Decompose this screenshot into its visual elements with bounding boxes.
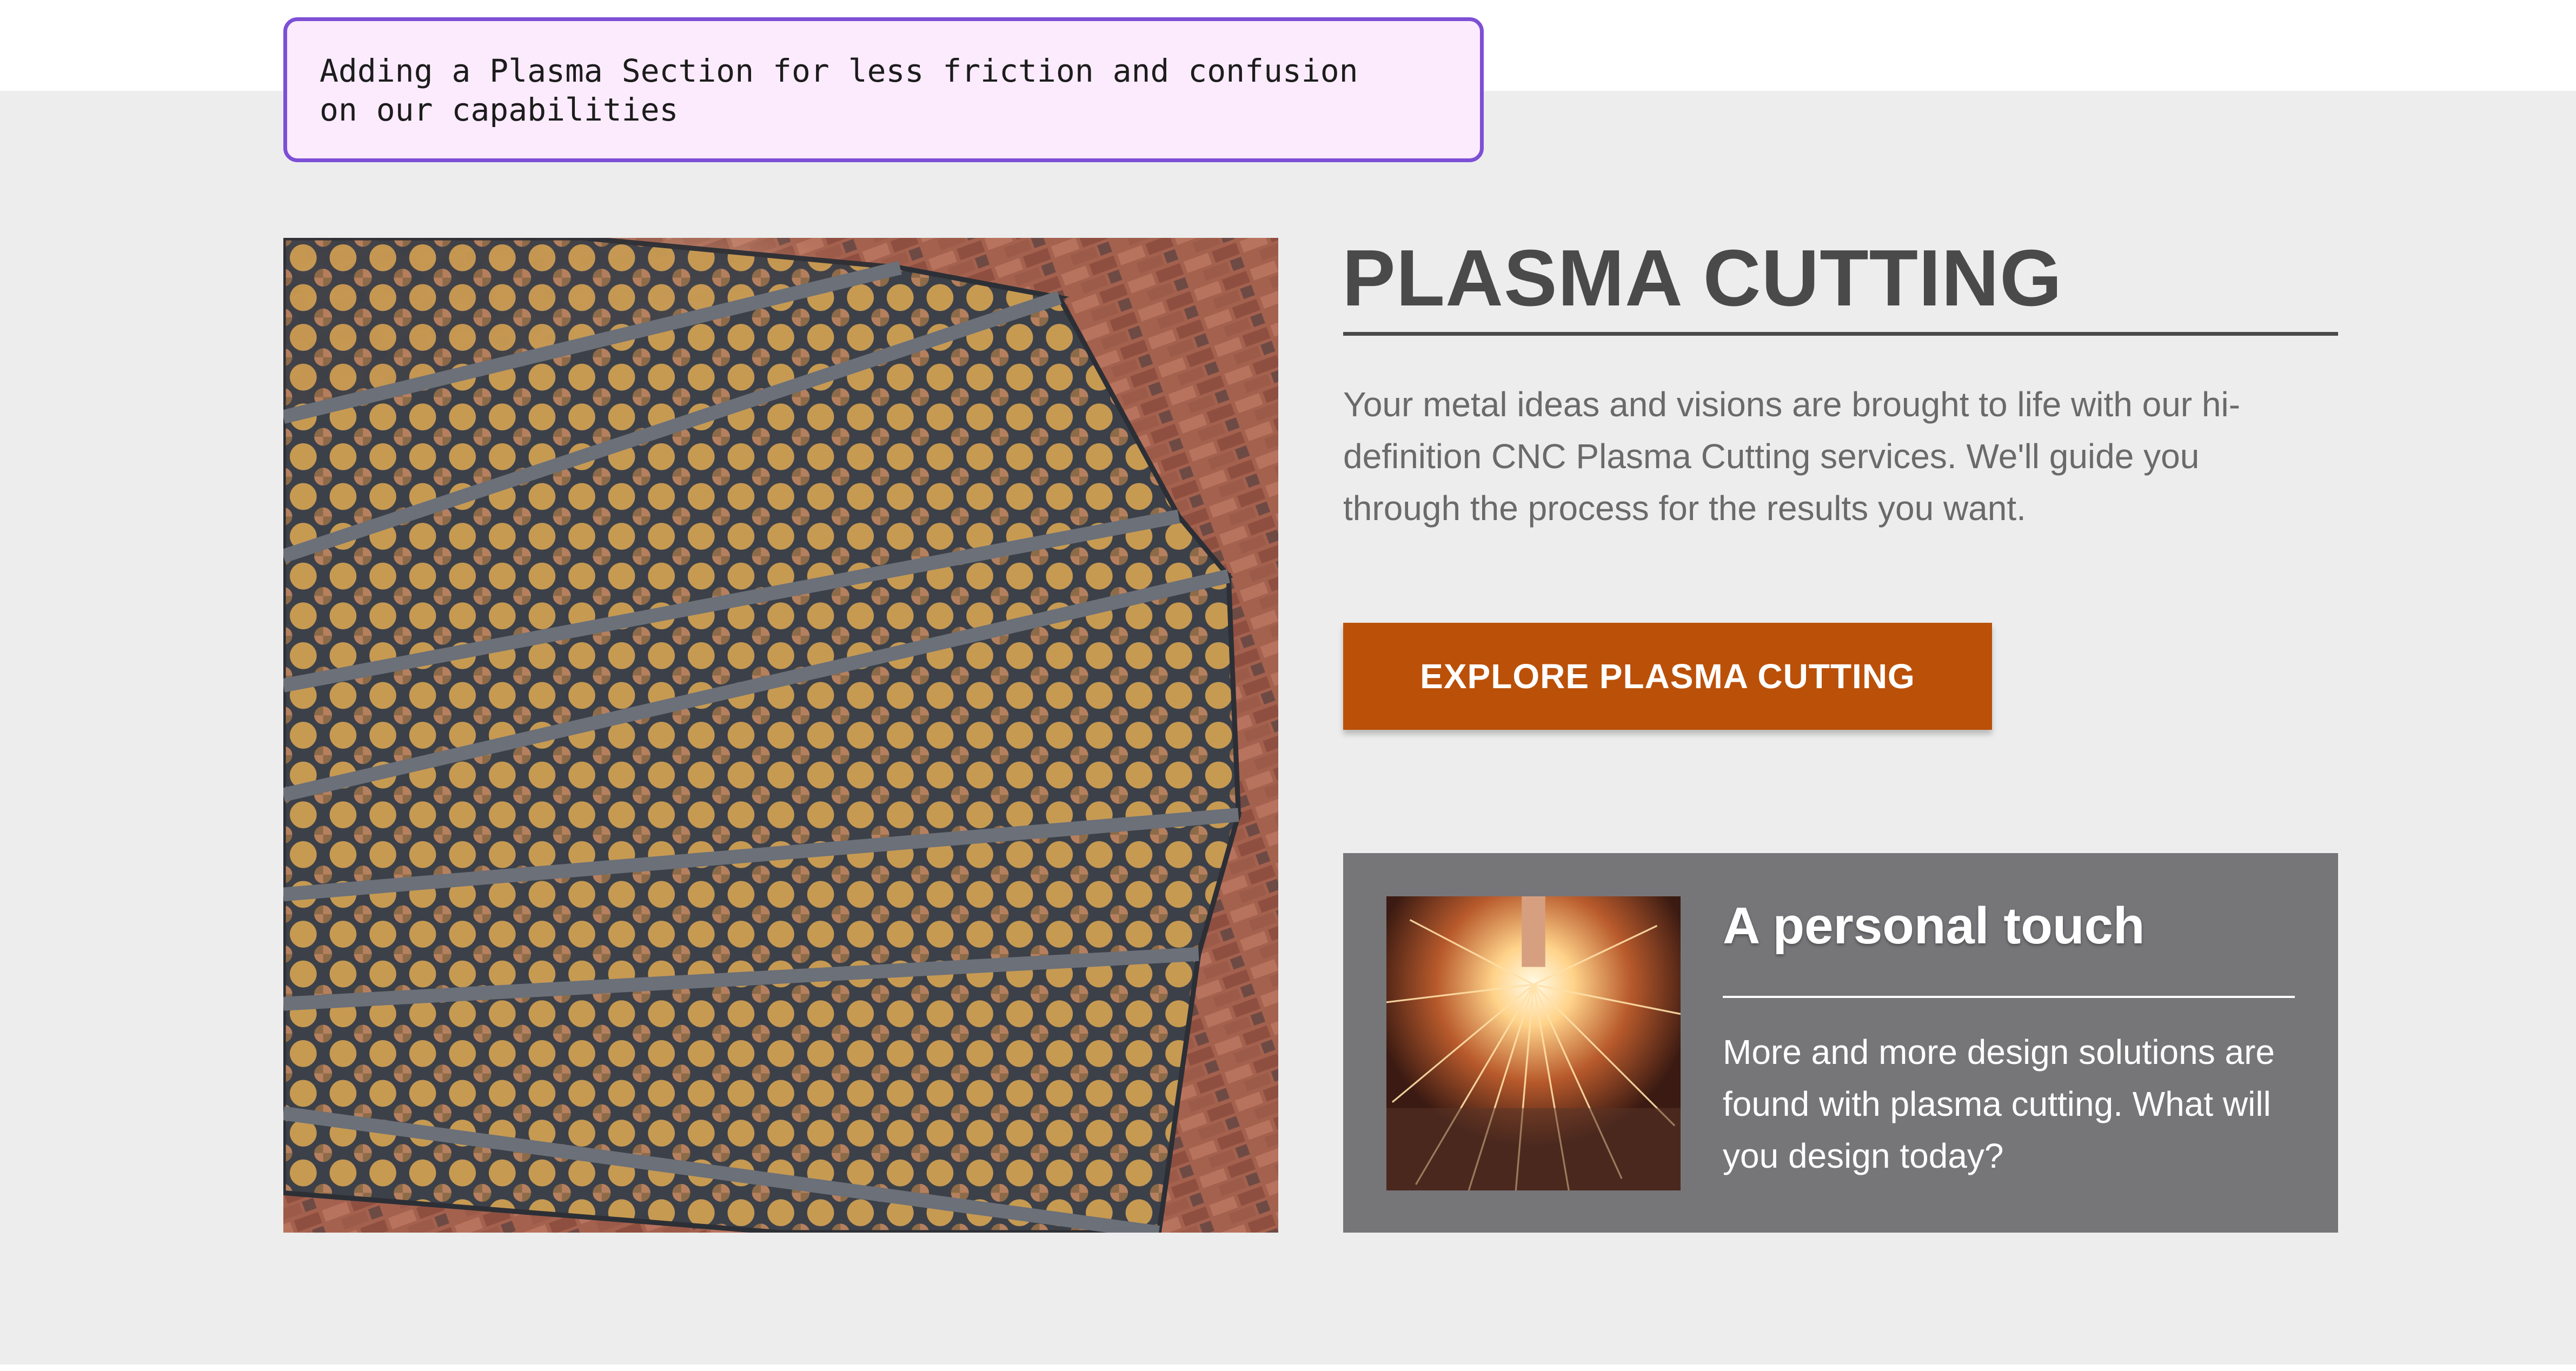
sparks-image: [1386, 896, 1681, 1190]
section-title: PLASMA CUTTING: [1342, 234, 2063, 323]
bottom-strip: [0, 1365, 2576, 1371]
plasma-sparks-photo: [1386, 896, 1681, 1190]
card-title: A personal touch: [1723, 897, 2145, 955]
page: Adding a Plasma Section for less frictio…: [0, 0, 2576, 1371]
card-text: More and more design solutions are found…: [1723, 1033, 2275, 1175]
section-description: Your metal ideas and visions are brought…: [1343, 385, 2240, 528]
staircase-photo: [283, 238, 1278, 1233]
personal-touch-card: A personal touch More and more design so…: [1343, 853, 2338, 1233]
annotation-line-2: on our capabilities: [320, 91, 679, 128]
title-divider: [1343, 332, 2338, 336]
annotation-line-1: Adding a Plasma Section for less frictio…: [320, 52, 1358, 89]
card-divider: [1723, 996, 2295, 998]
annotation-note: Adding a Plasma Section for less frictio…: [283, 17, 1484, 162]
explore-plasma-cutting-button[interactable]: EXPLORE PLASMA CUTTING: [1343, 623, 1992, 730]
staircase-image: [283, 238, 1278, 1233]
